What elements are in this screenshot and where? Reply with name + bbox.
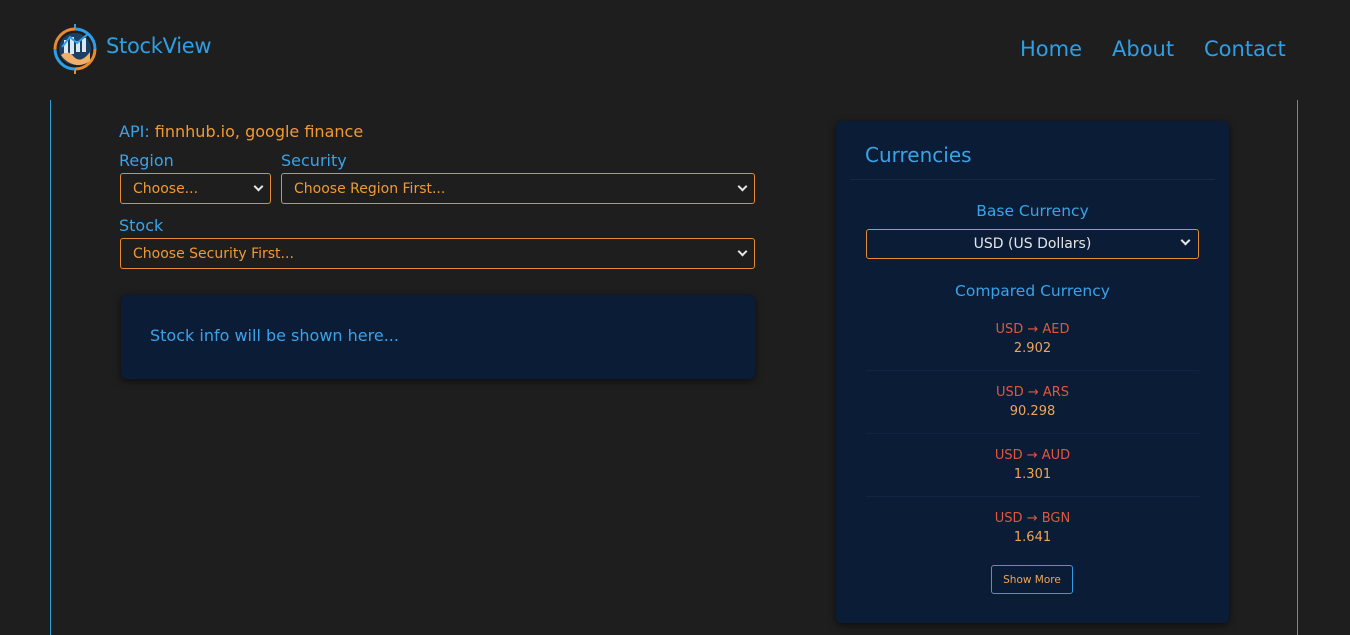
stock-select-value: Choose Security First... — [133, 245, 294, 262]
base-currency-select[interactable]: USD (US Dollars) — [866, 229, 1199, 259]
brand-name[interactable]: StockView — [106, 34, 212, 58]
rate-pair: USD → AUD — [994, 448, 1071, 463]
stockview-logo-icon[interactable] — [50, 23, 100, 75]
rate-pair: USD → ARS — [995, 385, 1070, 400]
api-source-line: API: finnhub.io, google finance — [119, 122, 363, 141]
chevron-down-icon — [253, 181, 264, 192]
navbar: StockView Home About Contact — [0, 0, 1350, 100]
stock-select[interactable]: Choose Security First... — [120, 238, 755, 269]
rate-pair: USD → BGN — [994, 511, 1071, 526]
security-select[interactable]: Choose Region First... — [281, 173, 755, 204]
rate-item: USD → AUD 1.301 — [866, 448, 1199, 511]
region-select-value: Choose... — [133, 180, 199, 197]
nav-link-about[interactable]: About — [1112, 37, 1174, 61]
right-frame-border — [1297, 100, 1298, 635]
security-select-value: Choose Region First... — [294, 180, 446, 197]
rate-pair: USD → AED — [995, 322, 1070, 337]
region-label: Region — [119, 151, 174, 170]
chevron-down-icon — [737, 246, 748, 257]
region-select[interactable]: Choose... — [120, 173, 271, 204]
chevron-down-icon — [1180, 235, 1191, 246]
currencies-card: Currencies Base Currency USD (US Dollars… — [836, 121, 1229, 623]
nav-link-home[interactable]: Home — [1020, 37, 1082, 61]
currencies-title: Currencies — [865, 143, 972, 167]
rate-divider — [866, 496, 1199, 497]
api-value: finnhub.io, google finance — [154, 122, 364, 141]
rate-item: USD → AED 2.902 — [866, 322, 1199, 385]
rate-value: 2.902 — [1013, 341, 1052, 356]
security-label: Security — [281, 151, 347, 170]
rate-value: 1.301 — [1013, 467, 1052, 482]
rate-value: 1.641 — [1013, 530, 1052, 545]
currencies-divider — [850, 179, 1215, 180]
stock-info-card: Stock info will be shown here... — [121, 295, 755, 379]
base-currency-label: Base Currency — [976, 202, 1089, 220]
show-more-button[interactable]: Show More — [991, 565, 1073, 594]
rate-divider — [866, 433, 1199, 434]
api-label: API: — [119, 122, 150, 141]
rate-divider — [866, 370, 1199, 371]
stock-info-placeholder: Stock info will be shown here... — [150, 326, 399, 345]
chevron-down-icon — [737, 181, 748, 192]
compared-currency-label: Compared Currency — [955, 282, 1110, 300]
nav-link-contact[interactable]: Contact — [1204, 37, 1286, 61]
stock-label: Stock — [119, 216, 164, 235]
base-currency-value: USD (US Dollars) — [973, 236, 1092, 252]
rate-item: USD → ARS 90.298 — [866, 385, 1199, 448]
rate-value: 90.298 — [1009, 404, 1056, 419]
left-frame-border — [50, 100, 51, 635]
